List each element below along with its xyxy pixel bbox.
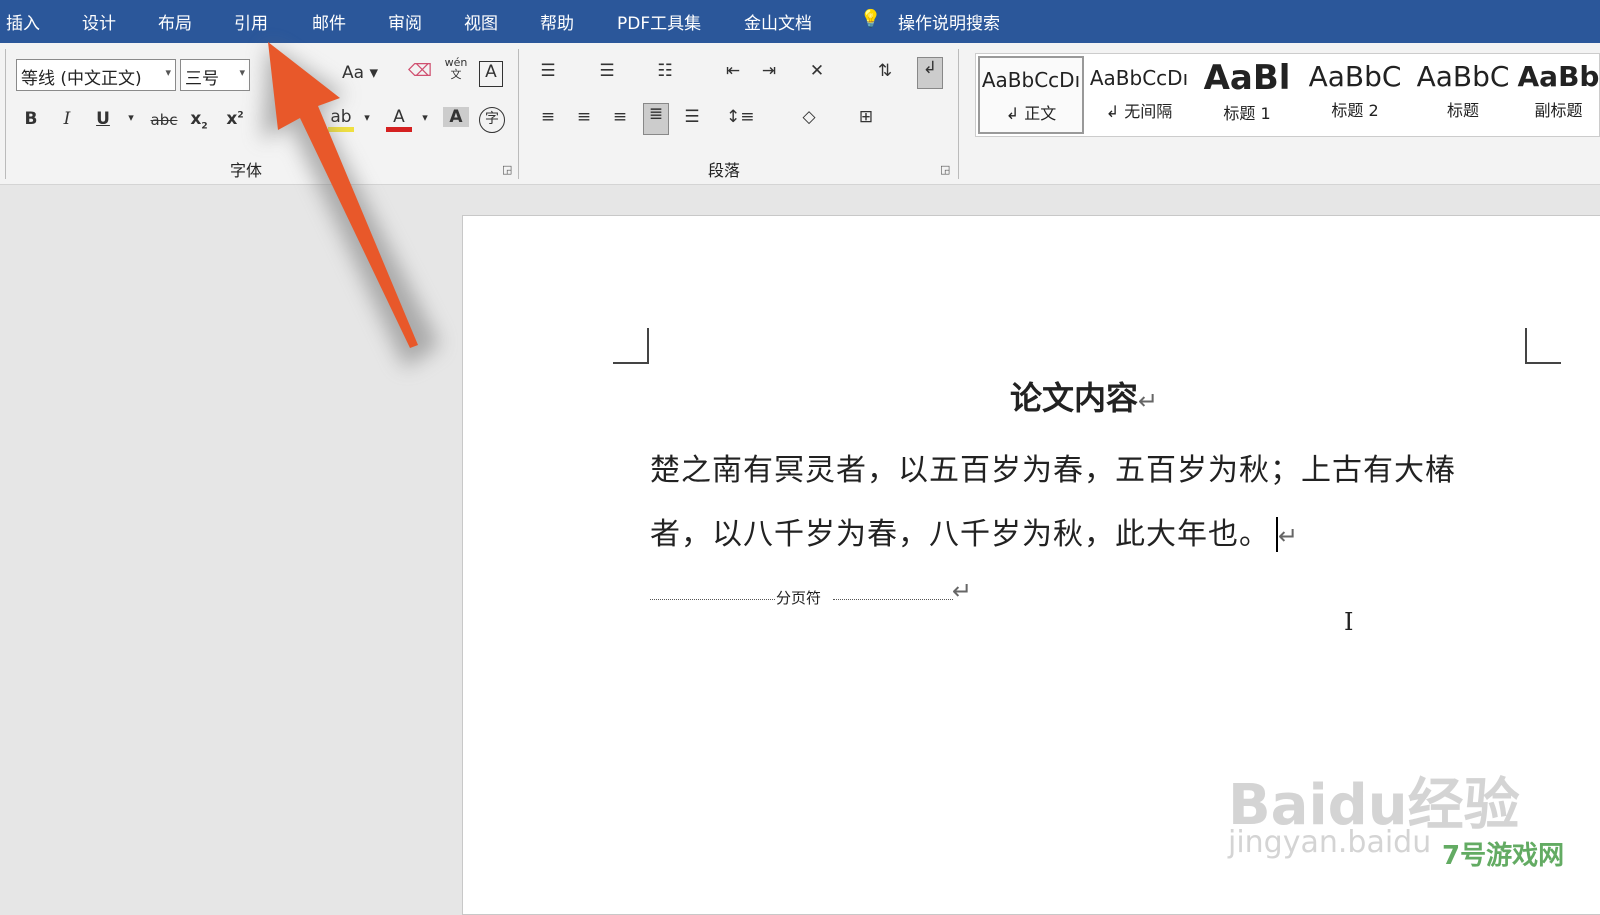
arrow-shape <box>268 42 418 348</box>
annotation-arrow <box>262 42 440 368</box>
